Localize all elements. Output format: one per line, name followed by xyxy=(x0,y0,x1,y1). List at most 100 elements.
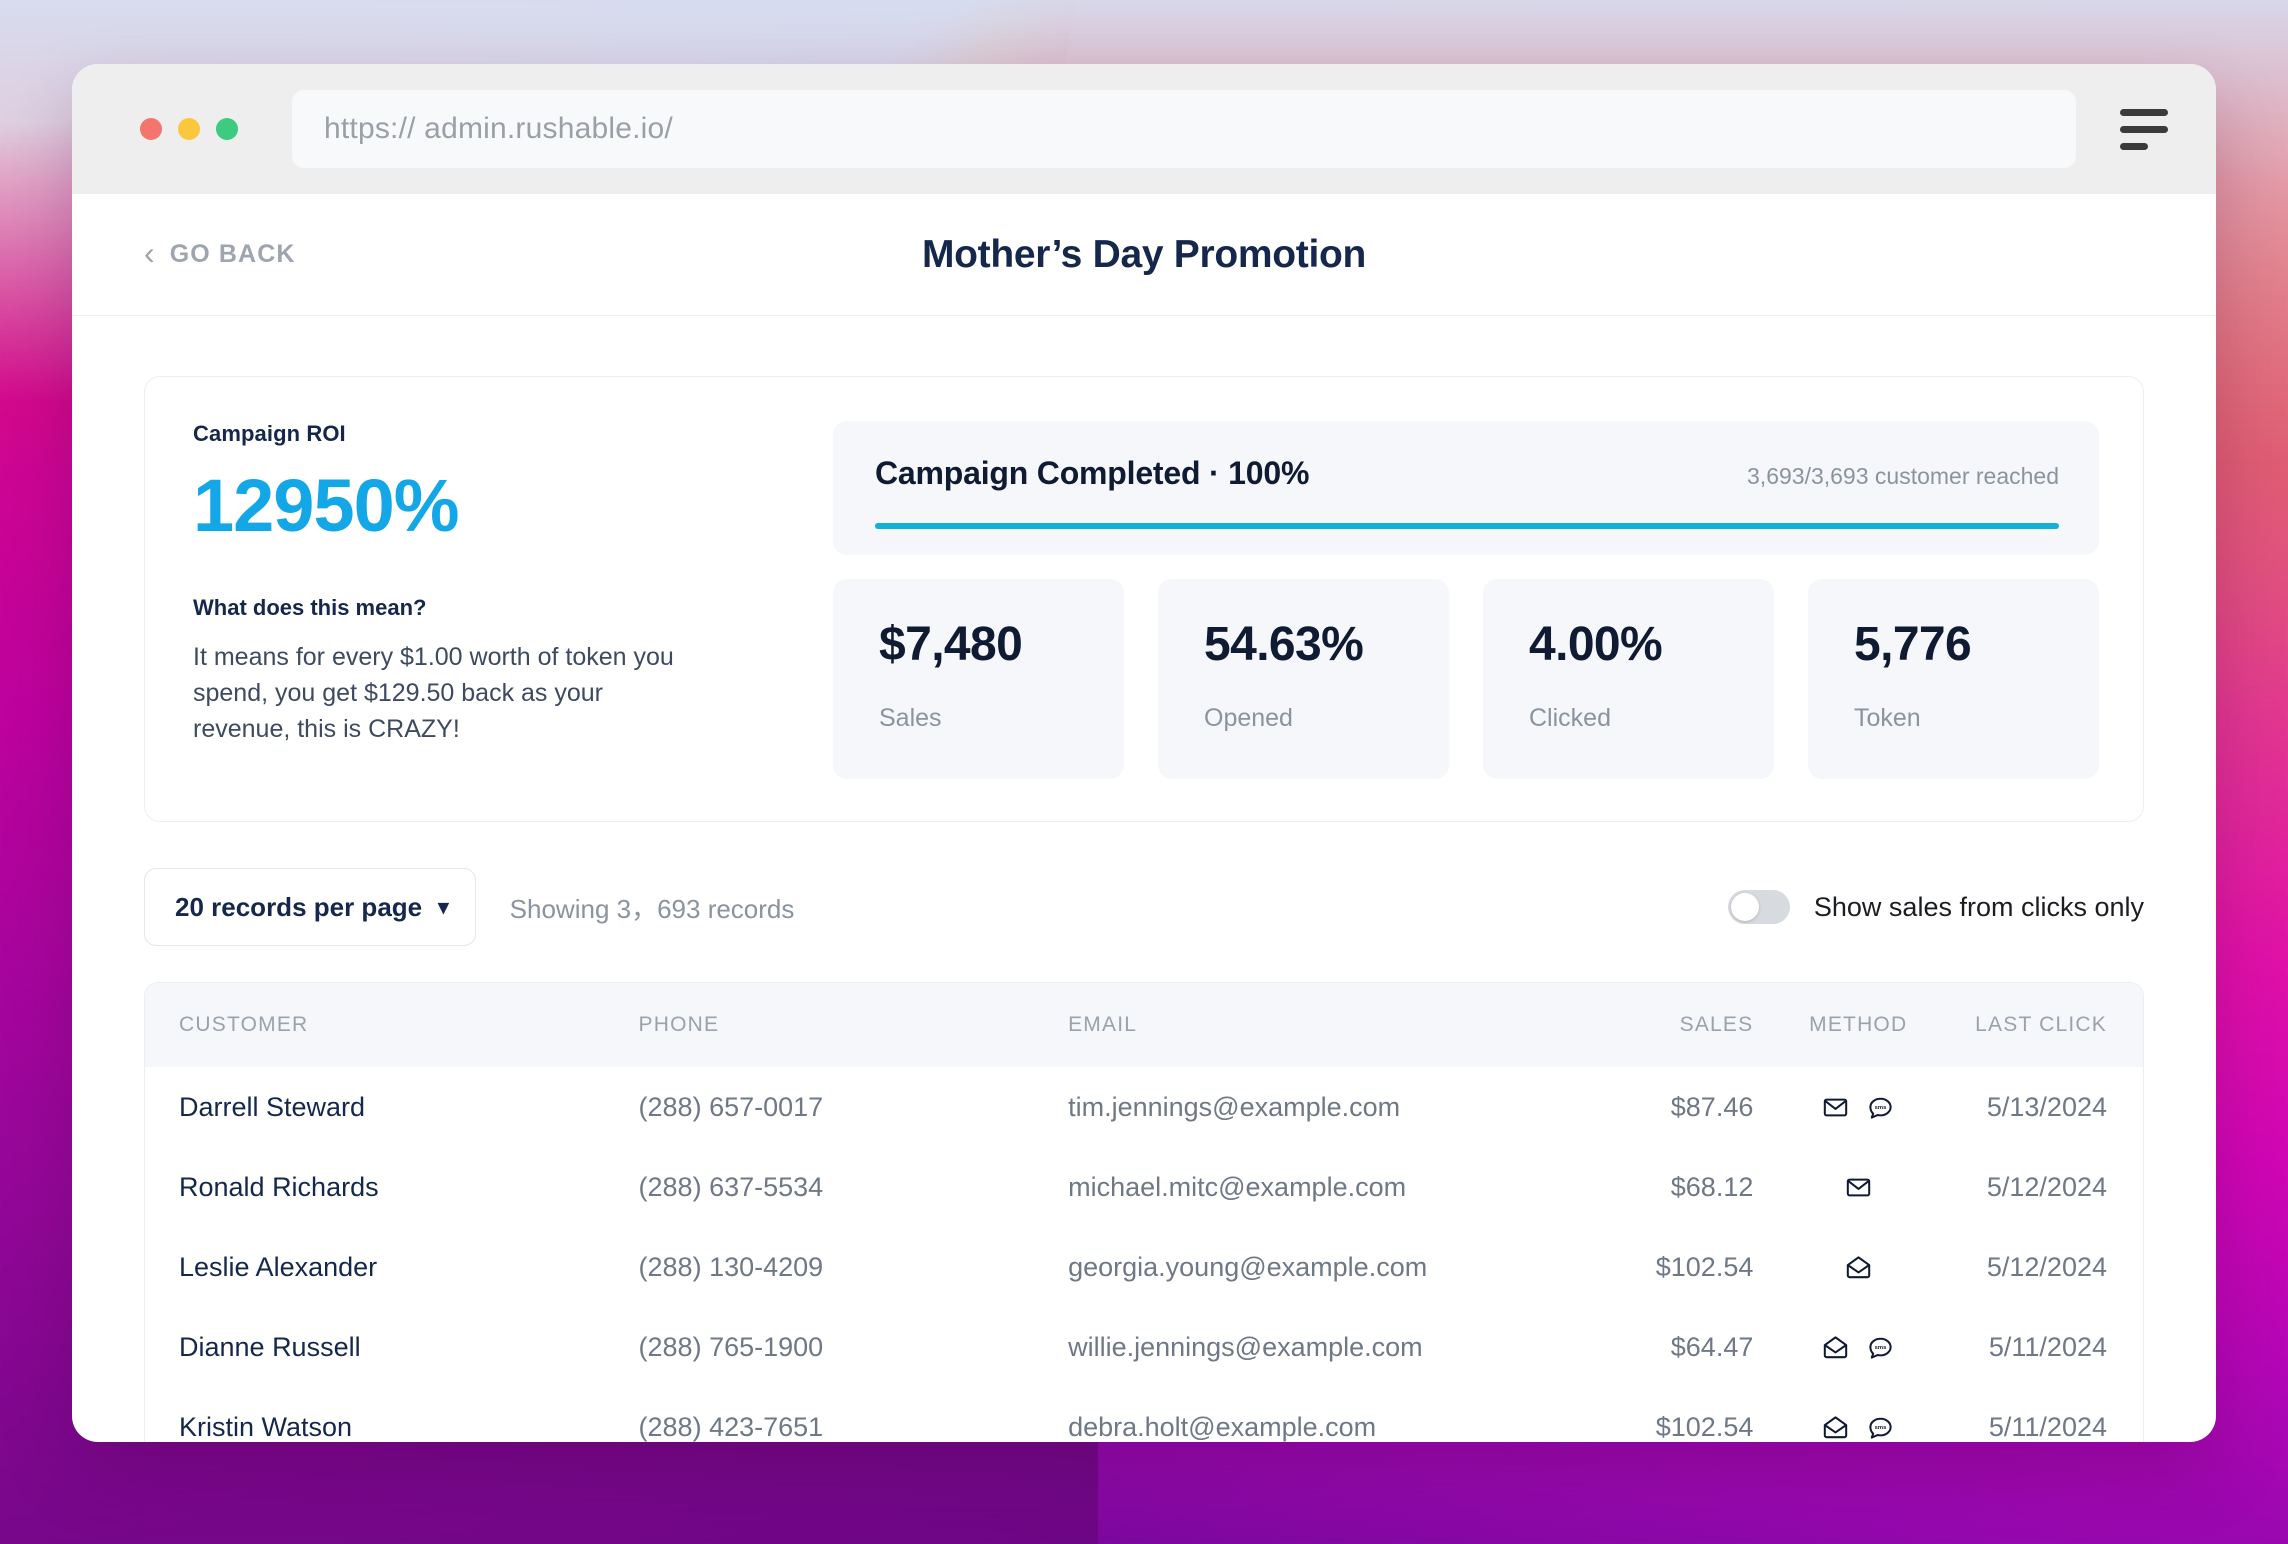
stat-label: Opened xyxy=(1204,704,1449,733)
stat-card-clicked: 4.00% Clicked xyxy=(1483,579,1774,779)
stat-card-sales: $7,480 Sales xyxy=(833,579,1124,779)
stat-value: 4.00% xyxy=(1529,617,1774,672)
campaign-roi-label: Campaign ROI xyxy=(193,421,773,447)
showing-records-count: Showing 3，693 records xyxy=(510,889,795,926)
column-header-email[interactable]: EMAIL xyxy=(1034,983,1553,1067)
cell-sales: $87.46 xyxy=(1554,1067,1754,1147)
cell-email: willie.jennings@example.com xyxy=(1034,1307,1553,1387)
cell-last-click: 5/13/2024 xyxy=(1963,1067,2143,1147)
cell-phone: (288) 765-1900 xyxy=(605,1307,1035,1387)
cell-sales: $102.54 xyxy=(1554,1387,1754,1442)
campaign-progress-title: Campaign Completed · 100% xyxy=(875,455,1309,492)
method-icon-group: sms xyxy=(1753,1414,1963,1441)
stat-card-opened: 54.63% Opened xyxy=(1158,579,1449,779)
stat-cards-row: $7,480 Sales 54.63% Opened 4.00% Clicked… xyxy=(833,579,2099,779)
campaign-reach-count: 3,693/3,693 customer reached xyxy=(1747,463,2059,490)
minimize-dot-icon[interactable] xyxy=(178,118,200,140)
table-toolbar: 20 records per page ▾ Showing 3，693 reco… xyxy=(144,868,2144,946)
clicks-only-toggle[interactable] xyxy=(1728,890,1790,924)
maximize-dot-icon[interactable] xyxy=(216,118,238,140)
cell-last-click: 5/12/2024 xyxy=(1963,1147,2143,1227)
clicks-only-toggle-label: Show sales from clicks only xyxy=(1814,892,2144,923)
cell-sales: $64.47 xyxy=(1554,1307,1754,1387)
close-dot-icon[interactable] xyxy=(140,118,162,140)
address-bar[interactable]: https:// admin.rushable.io/ xyxy=(292,90,2076,168)
table-row[interactable]: Darrell Steward(288) 657-0017tim.jenning… xyxy=(145,1067,2143,1147)
campaign-progress-box: Campaign Completed · 100% 3,693/3,693 cu… xyxy=(833,421,2099,555)
cell-phone: (288) 423-7651 xyxy=(605,1387,1035,1442)
customers-table: CUSTOMER PHONE EMAIL SALES METHOD LAST C… xyxy=(145,983,2143,1442)
sms-bubble-icon: sms xyxy=(1867,1414,1894,1441)
stat-value: $7,480 xyxy=(879,617,1124,672)
menu-line-1 xyxy=(2120,109,2168,116)
cell-method: sms xyxy=(1753,1387,1963,1442)
stat-label: Token xyxy=(1854,704,2099,733)
traffic-light-buttons[interactable] xyxy=(112,118,238,140)
cell-email: michael.mitc@example.com xyxy=(1034,1147,1553,1227)
method-icon-group: sms xyxy=(1753,1094,1963,1121)
campaign-progress-row: Campaign Completed · 100% 3,693/3,693 cu… xyxy=(875,455,2059,492)
cell-method xyxy=(1753,1147,1963,1227)
column-header-last-click[interactable]: LAST CLICK xyxy=(1963,983,2143,1067)
email-closed-icon xyxy=(1845,1174,1872,1201)
records-per-page-label: 20 records per page xyxy=(175,892,422,923)
cell-customer: Darrell Steward xyxy=(145,1067,605,1147)
stat-card-token: 5,776 Token xyxy=(1808,579,2099,779)
hamburger-menu-icon[interactable] xyxy=(2114,96,2180,162)
cell-method xyxy=(1753,1227,1963,1307)
cell-phone: (288) 130-4209 xyxy=(605,1227,1035,1307)
customers-table-wrap: CUSTOMER PHONE EMAIL SALES METHOD LAST C… xyxy=(144,982,2144,1442)
campaign-overview-card: Campaign ROI 12950% What does this mean?… xyxy=(144,376,2144,822)
cell-customer: Leslie Alexander xyxy=(145,1227,605,1307)
browser-window: https:// admin.rushable.io/ ‹ GO BACK Mo… xyxy=(72,64,2216,1442)
cell-email: georgia.young@example.com xyxy=(1034,1227,1553,1307)
stat-label: Clicked xyxy=(1529,704,1774,733)
menu-line-2 xyxy=(2120,126,2168,133)
cell-last-click: 5/11/2024 xyxy=(1963,1387,2143,1442)
page-title: Mother’s Day Promotion xyxy=(72,233,2216,277)
table-row[interactable]: Dianne Russell(288) 765-1900willie.jenni… xyxy=(145,1307,2143,1387)
roi-explainer-heading: What does this mean? xyxy=(193,595,773,621)
campaign-metrics-panel: Campaign Completed · 100% 3,693/3,693 cu… xyxy=(833,421,2099,779)
campaign-roi-value: 12950% xyxy=(193,469,773,543)
stat-value: 5,776 xyxy=(1854,617,2099,672)
records-per-page-dropdown[interactable]: 20 records per page ▾ xyxy=(144,868,476,946)
sms-bubble-icon: sms xyxy=(1867,1334,1894,1361)
cell-sales: $102.54 xyxy=(1554,1227,1754,1307)
method-icon-group: sms xyxy=(1753,1334,1963,1361)
stat-value: 54.63% xyxy=(1204,617,1449,672)
email-open-icon xyxy=(1822,1334,1849,1361)
email-open-icon xyxy=(1822,1414,1849,1441)
table-head: CUSTOMER PHONE EMAIL SALES METHOD LAST C… xyxy=(145,983,2143,1067)
column-header-method[interactable]: METHOD xyxy=(1753,983,1963,1067)
cell-phone: (288) 657-0017 xyxy=(605,1067,1035,1147)
page-header: ‹ GO BACK Mother’s Day Promotion xyxy=(72,194,2216,316)
stat-label: Sales xyxy=(879,704,1124,733)
cell-last-click: 5/12/2024 xyxy=(1963,1227,2143,1307)
email-closed-icon xyxy=(1822,1094,1849,1121)
column-header-customer[interactable]: CUSTOMER xyxy=(145,983,605,1067)
table-row[interactable]: Kristin Watson(288) 423-7651debra.holt@e… xyxy=(145,1387,2143,1442)
cell-email: debra.holt@example.com xyxy=(1034,1387,1553,1442)
clicks-only-toggle-wrap[interactable]: Show sales from clicks only xyxy=(1728,890,2144,924)
cell-method: sms xyxy=(1753,1067,1963,1147)
table-row[interactable]: Ronald Richards(288) 637-5534michael.mit… xyxy=(145,1147,2143,1227)
campaign-roi-panel: Campaign ROI 12950% What does this mean?… xyxy=(193,421,793,779)
email-open-icon xyxy=(1845,1254,1872,1281)
campaign-progress-fill xyxy=(875,523,2059,529)
method-icon-group xyxy=(1753,1254,1963,1281)
table-body: Darrell Steward(288) 657-0017tim.jenning… xyxy=(145,1067,2143,1442)
column-header-phone[interactable]: PHONE xyxy=(605,983,1035,1067)
sms-bubble-icon: sms xyxy=(1867,1094,1894,1121)
table-header-row: CUSTOMER PHONE EMAIL SALES METHOD LAST C… xyxy=(145,983,2143,1067)
cell-method: sms xyxy=(1753,1307,1963,1387)
cell-customer: Kristin Watson xyxy=(145,1387,605,1442)
svg-text:sms: sms xyxy=(1875,1104,1887,1110)
cell-last-click: 5/11/2024 xyxy=(1963,1307,2143,1387)
table-row[interactable]: Leslie Alexander(288) 130-4209georgia.yo… xyxy=(145,1227,2143,1307)
cell-customer: Ronald Richards xyxy=(145,1147,605,1227)
method-icon-group xyxy=(1753,1174,1963,1201)
svg-text:sms: sms xyxy=(1875,1344,1887,1350)
cell-email: tim.jennings@example.com xyxy=(1034,1067,1553,1147)
column-header-sales[interactable]: SALES xyxy=(1554,983,1754,1067)
